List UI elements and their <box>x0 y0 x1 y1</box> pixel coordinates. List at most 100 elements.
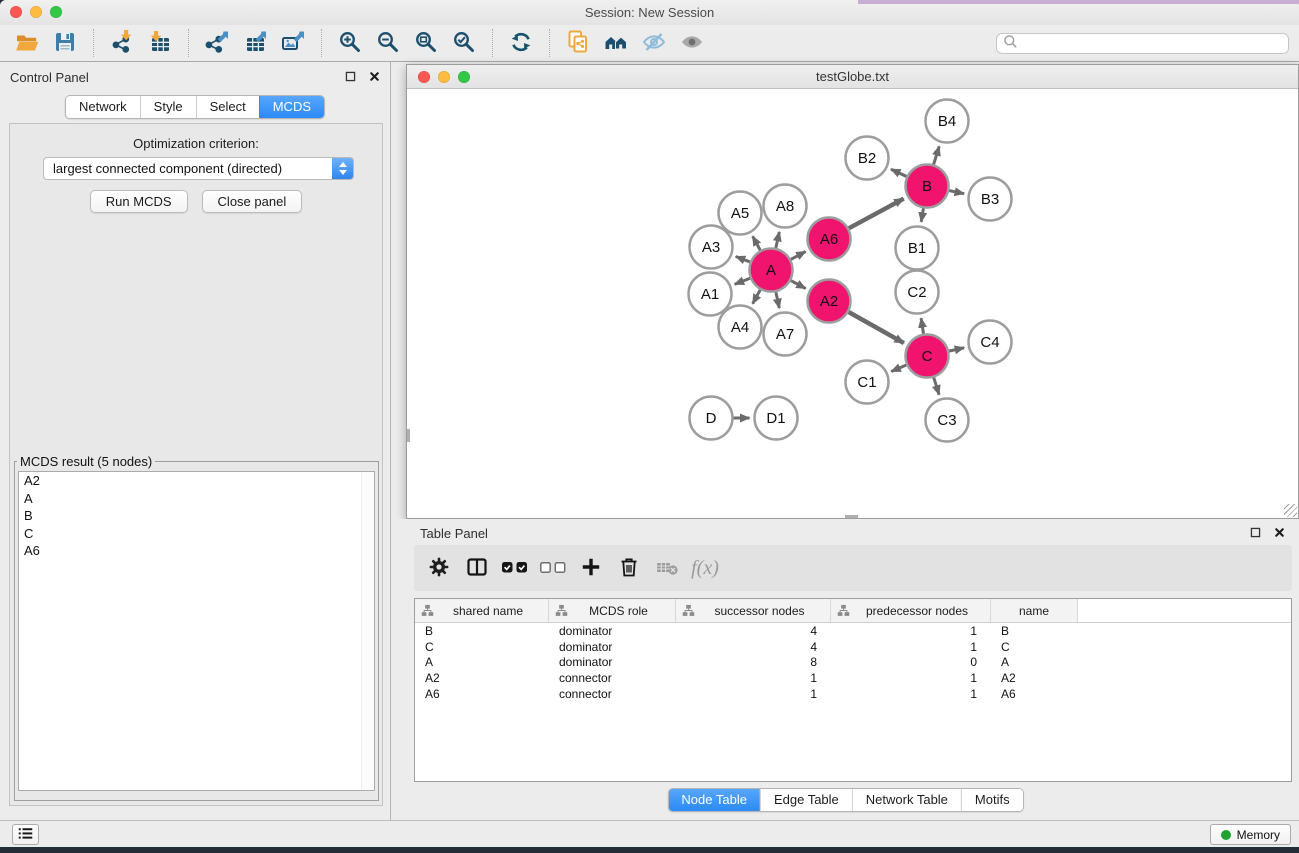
show-all-button[interactable] <box>675 28 709 58</box>
graph-edge-A-A4[interactable] <box>753 290 761 304</box>
cell-predecessor-nodes[interactable]: 0 <box>831 655 991 669</box>
network-zoom-button[interactable] <box>458 71 470 83</box>
network-close-button[interactable] <box>418 71 430 83</box>
export-table-button[interactable] <box>238 28 272 58</box>
home-button[interactable] <box>599 28 633 58</box>
run-mcds-button[interactable]: Run MCDS <box>90 190 188 213</box>
tab-network-table[interactable]: Network Table <box>852 789 961 811</box>
result-list-item[interactable]: A2 <box>19 472 374 490</box>
delete-column-button[interactable] <box>614 552 644 584</box>
graph-edge-A-A6[interactable] <box>791 251 806 259</box>
tab-network[interactable]: Network <box>66 96 140 118</box>
network-minimize-button[interactable] <box>438 71 450 83</box>
graph-node-C1[interactable]: C1 <box>846 361 889 404</box>
graph-edge-C-C1[interactable] <box>891 365 906 372</box>
cell-MCDS-role[interactable]: connector <box>549 687 676 701</box>
minimize-window-button[interactable] <box>30 6 42 18</box>
list-scrollbar[interactable] <box>361 472 374 790</box>
cell-predecessor-nodes[interactable]: 1 <box>831 640 991 654</box>
column-header-predecessor-nodes[interactable]: predecessor nodes <box>831 599 991 622</box>
graph-node-C2[interactable]: C2 <box>896 271 939 314</box>
select-all-rows-button[interactable] <box>500 552 530 584</box>
zoom-selected-button[interactable] <box>447 28 481 58</box>
graph-node-C4[interactable]: C4 <box>969 321 1012 364</box>
graph-node-B3[interactable]: B3 <box>969 178 1012 221</box>
graph-node-C3[interactable]: C3 <box>926 399 969 442</box>
graph-node-A2[interactable]: A2 <box>808 280 851 323</box>
tab-node-table[interactable]: Node Table <box>668 789 760 811</box>
graph-node-A7[interactable]: A7 <box>764 313 807 356</box>
cell-predecessor-nodes[interactable]: 1 <box>831 687 991 701</box>
graph-node-A[interactable]: A <box>750 249 793 292</box>
search-field[interactable] <box>996 33 1289 54</box>
zoom-window-button[interactable] <box>50 6 62 18</box>
zoom-out-button[interactable] <box>371 28 405 58</box>
cell-shared-name[interactable]: A6 <box>415 687 549 701</box>
cell-name[interactable]: A6 <box>991 687 1078 701</box>
graph-edge-B-B3[interactable] <box>949 191 964 194</box>
cell-name[interactable]: C <box>991 640 1078 654</box>
table-settings-button[interactable] <box>424 552 454 584</box>
graph-edge-A2-C[interactable] <box>849 312 904 343</box>
zoom-fit-button[interactable] <box>409 28 443 58</box>
cell-shared-name[interactable]: B <box>415 624 549 638</box>
column-header-shared-name[interactable]: shared name <box>415 599 549 622</box>
cell-shared-name[interactable]: C <box>415 640 549 654</box>
graph-edge-C-C2[interactable] <box>921 318 923 334</box>
graph-node-C[interactable]: C <box>906 335 949 378</box>
result-list-item[interactable]: A6 <box>19 542 374 560</box>
graph-edge-B-B1[interactable] <box>921 208 923 222</box>
graph-node-B4[interactable]: B4 <box>926 100 969 143</box>
cell-name[interactable]: A2 <box>991 671 1078 685</box>
memory-button[interactable]: Memory <box>1210 824 1291 845</box>
refresh-view-button[interactable] <box>504 28 538 58</box>
duplicate-network-button[interactable] <box>561 28 595 58</box>
table-row[interactable]: Cdominator41C <box>415 639 1291 655</box>
graph-node-B[interactable]: B <box>906 165 949 208</box>
export-image-button[interactable] <box>276 28 310 58</box>
tab-motifs[interactable]: Motifs <box>961 789 1023 811</box>
optimization-criterion-dropdown[interactable]: largest connected component (directed) <box>43 157 354 180</box>
graph-edge-A-A7[interactable] <box>776 292 780 308</box>
graph-node-D1[interactable]: D1 <box>755 397 798 440</box>
close-window-button[interactable] <box>10 6 22 18</box>
close-panel-button[interactable]: Close panel <box>202 190 303 213</box>
table-row[interactable]: Bdominator41B <box>415 623 1291 639</box>
import-table-button[interactable] <box>143 28 177 58</box>
cell-MCDS-role[interactable]: connector <box>549 671 676 685</box>
result-list-item[interactable]: C <box>19 525 374 543</box>
graph-edge-B-B4[interactable] <box>934 146 940 164</box>
zoom-in-button[interactable] <box>333 28 367 58</box>
graph-node-B1[interactable]: B1 <box>896 227 939 270</box>
column-header-successor-nodes[interactable]: successor nodes <box>676 599 831 622</box>
tab-edge-table[interactable]: Edge Table <box>760 789 852 811</box>
graph-node-A4[interactable]: A4 <box>719 306 762 349</box>
graph-node-A1[interactable]: A1 <box>689 273 732 316</box>
cell-successor-nodes[interactable]: 4 <box>676 640 831 654</box>
close-panel-icon[interactable] <box>367 69 382 84</box>
save-session-button[interactable] <box>48 28 82 58</box>
table-row[interactable]: A6connector11A6 <box>415 686 1291 702</box>
column-header-name[interactable]: name <box>991 599 1078 622</box>
table-row[interactable]: A2connector11A2 <box>415 670 1291 686</box>
open-file-button[interactable] <box>10 28 44 58</box>
cell-shared-name[interactable]: A <box>415 655 549 669</box>
import-network-button[interactable] <box>105 28 139 58</box>
export-network-button[interactable] <box>200 28 234 58</box>
add-column-button[interactable] <box>576 552 606 584</box>
cell-MCDS-role[interactable]: dominator <box>549 624 676 638</box>
cell-shared-name[interactable]: A2 <box>415 671 549 685</box>
float-panel-icon[interactable] <box>343 69 358 84</box>
graph-edge-C-C3[interactable] <box>934 377 939 394</box>
graph-edge-C-C4[interactable] <box>949 348 964 351</box>
network-canvas[interactable]: B4B2BB3A8A5A6A3B1AC2A1A2A4A7C4CC1DD1C3 <box>407 89 1298 518</box>
graph-edge-A6-B[interactable] <box>849 199 904 229</box>
graph-node-A5[interactable]: A5 <box>719 192 762 235</box>
graph-node-B2[interactable]: B2 <box>846 137 889 180</box>
graph-node-A8[interactable]: A8 <box>764 185 807 228</box>
cell-successor-nodes[interactable]: 1 <box>676 671 831 685</box>
graph-node-A3[interactable]: A3 <box>690 226 733 269</box>
cell-successor-nodes[interactable]: 4 <box>676 624 831 638</box>
cell-successor-nodes[interactable]: 1 <box>676 687 831 701</box>
tab-style[interactable]: Style <box>140 96 196 118</box>
